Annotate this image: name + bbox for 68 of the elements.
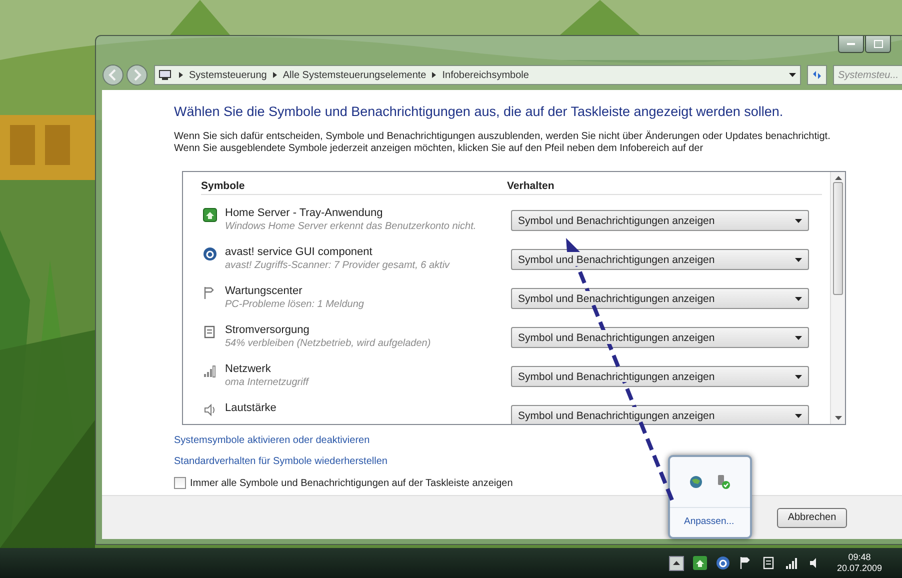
speaker-icon	[203, 403, 217, 417]
caret-icon	[795, 218, 802, 222]
caret-icon	[795, 258, 802, 262]
scrollbar[interactable]	[830, 172, 845, 424]
customize-link[interactable]: Anpassen...	[670, 508, 750, 527]
program-status: Windows Home Server erkennt das Benutzerkonto nicht.	[225, 220, 478, 233]
description-text: Wenn Sie sich dafür entscheiden, Symbole und Benachrichtigungen auszublenden, werden Sie nicht über Änderungen oder Updates benachrichtigt. Wenn Sie ausgeblendete Symbole jederzeit anzeigen möchten, klicken Sie auf den Pfeil neben dem Infobereich auf der	[174, 131, 832, 155]
column-header: Symbole	[201, 180, 246, 192]
breadcrumb-item[interactable]: Systemsteuerung	[189, 70, 267, 80]
program-name: Wartungscenter	[225, 285, 304, 298]
signal-bars-icon[interactable]	[784, 556, 799, 570]
breadcrumb-separator-icon	[272, 72, 277, 78]
forward-button[interactable]	[126, 64, 148, 86]
dropdown-caret-icon	[789, 73, 796, 77]
program-status: PC-Probleme lösen: 1 Meldung	[225, 298, 365, 311]
refresh-icon	[811, 70, 824, 80]
plug-check-icon[interactable]	[715, 474, 731, 490]
breadcrumb-separator-icon	[432, 72, 436, 78]
address-bar[interactable]: Systemsteuerung Alle Systemsteuerungselemente Infobereichsymbole	[154, 65, 802, 85]
behavior-dropdown[interactable]: Symbol und Benachrichtigungen anzeigen	[511, 327, 809, 348]
caret-icon	[795, 336, 802, 340]
settings-link[interactable]: Standardverhalten für Symbole wiederherstellen	[174, 456, 902, 467]
scroll-down-icon	[834, 416, 842, 420]
breadcrumb-item[interactable]: Alle Systemsteuerungselemente	[282, 70, 426, 80]
battery-plug-icon[interactable]	[762, 556, 776, 570]
program-name: Lautstärke	[225, 402, 278, 415]
checkbox-label[interactable]: Immer alle Symbole und Benachrichtigungen auf der Taskleiste anzeigen	[190, 478, 513, 488]
home-server-icon	[203, 208, 217, 222]
maximize-button[interactable]	[865, 36, 891, 53]
program-name: avast! service GUI component	[225, 246, 374, 259]
program-status: 54% verbleiben (Netzbetrieb, wird aufgeladen)	[225, 337, 432, 350]
up-caret-icon	[672, 561, 680, 565]
globe-icon[interactable]	[689, 475, 703, 489]
breadcrumb-separator-icon	[179, 72, 183, 78]
back-button[interactable]	[102, 64, 124, 86]
cancel-button[interactable]: Abbrechen	[777, 508, 847, 528]
behavior-dropdown[interactable]: Symbol und Benachrichtigungen anzeigen	[511, 366, 809, 387]
column-header: Verhalten	[507, 180, 554, 192]
caret-icon	[795, 296, 802, 300]
caret-icon	[795, 374, 802, 378]
clock[interactable]: 09:48 20.07.2009	[836, 552, 882, 574]
minimize-button[interactable]	[838, 36, 864, 53]
page-heading: Wählen Sie die Symbole und Benachrichtigungen aus, die auf der Taskleiste angezeigt werden sollen.	[174, 104, 784, 119]
minimize-icon	[847, 42, 855, 46]
avast-icon	[203, 247, 217, 261]
program-name: Home Server - Tray-Anwendung	[225, 207, 384, 220]
behavior-dropdown[interactable]: Symbol und Benachrichtigungen anzeigen	[511, 405, 809, 424]
search-field[interactable]: Systemsteu...	[833, 65, 902, 85]
signal-bars-icon	[203, 364, 217, 378]
behavior-dropdown[interactable]: Symbol und Benachrichtigungen anzeigen	[511, 210, 809, 231]
maximize-icon	[874, 40, 882, 48]
program-status: avast! Zugriffs-Scanner: 7 Provider gesamt, 6 aktiv	[225, 259, 451, 272]
computer-icon	[159, 70, 171, 80]
battery-plug-icon	[203, 325, 217, 339]
show-hidden-icons-button[interactable]	[668, 556, 684, 570]
program-name: Stromversorgung	[225, 324, 310, 337]
scroll-up-icon	[834, 176, 842, 180]
breadcrumb-item[interactable]: Infobereichsymbole	[442, 70, 529, 80]
caret-icon	[795, 414, 802, 418]
checkbox[interactable]	[174, 477, 186, 489]
settings-link[interactable]: Systemsymbole aktivieren oder deaktivieren	[174, 435, 902, 446]
home-server-icon[interactable]	[692, 556, 707, 570]
behavior-dropdown[interactable]: Symbol und Benachrichtigungen anzeigen	[511, 288, 809, 309]
program-status: oma Internetzugriff	[225, 376, 310, 389]
avast-icon[interactable]	[716, 556, 730, 570]
program-name: Netzwerk	[225, 363, 272, 376]
behavior-dropdown[interactable]: Symbol und Benachrichtigungen anzeigen	[511, 249, 809, 270]
refresh-button[interactable]	[807, 65, 827, 85]
